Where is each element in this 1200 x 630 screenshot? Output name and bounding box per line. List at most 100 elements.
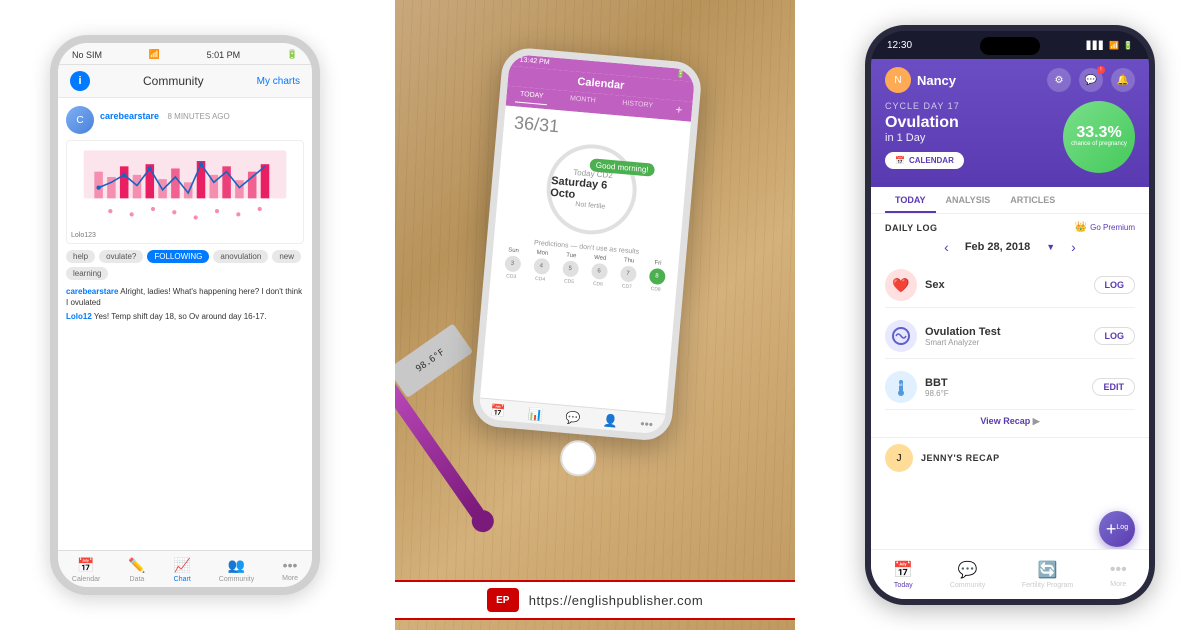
- nav-item-calendar[interactable]: 📅 Calendar: [72, 557, 100, 583]
- phone3-notch-pill: [980, 37, 1040, 55]
- chat-user-1[interactable]: carebearstare: [66, 287, 118, 296]
- ep-logo: EP: [487, 588, 519, 612]
- chat-user-2[interactable]: Lolo12: [66, 312, 92, 321]
- ovulation-test-label: Ovulation Test: [925, 326, 1086, 338]
- phone3-pregnancy-pct: 33.3%: [1076, 125, 1121, 141]
- jenny-recap-name: JENNY'S RECAP: [921, 453, 1000, 463]
- chat-badge: !: [1097, 66, 1105, 74]
- phone2-not-fertile: Not fertile: [575, 201, 605, 211]
- next-date-arrow[interactable]: ›: [1071, 239, 1076, 255]
- date-dropdown-arrow[interactable]: ▼: [1046, 242, 1055, 252]
- phone1-post-header: C carebearstare 8 MINUTES AGO: [66, 106, 304, 134]
- crown-icon: 👑: [1075, 222, 1087, 233]
- phone1-bottom-nav: 📅 Calendar ✏️ Data 📈 Chart 👥 Community •…: [58, 550, 312, 587]
- phone3-nav-fertility-label: Fertility Program: [1022, 582, 1073, 589]
- phone2-day-wed: Wed 6 CD6: [590, 255, 609, 288]
- phone2-wrapper: 13:42 PM 🔋 Calendar TODAY MONTH HISTORY …: [467, 46, 723, 486]
- data-icon: ✏️: [128, 557, 145, 574]
- ep-url: https://englishpublisher.com: [529, 593, 703, 608]
- phone3-sex-log-item: ❤️ Sex LOG: [885, 263, 1135, 308]
- phone3-username: Nancy: [917, 73, 956, 88]
- tag-learning[interactable]: learning: [66, 267, 108, 280]
- phone3-pregnancy-label: chance of pregnancy: [1071, 141, 1127, 149]
- svg-text:98: 98: [898, 382, 903, 387]
- phone2-nav-more-icon[interactable]: •••: [640, 417, 654, 432]
- phone3-cycle-day-label: CYCLE DAY 17: [885, 101, 964, 111]
- ovulation-test-log-button[interactable]: LOG: [1094, 327, 1136, 345]
- nav-item-community[interactable]: 👥 Community: [219, 557, 254, 583]
- calendar-small-icon: 📅: [895, 156, 905, 165]
- phone2-content: 36/31 Today CD2 Saturday 6 Octo Not fert…: [480, 106, 691, 414]
- phone3-nav-today[interactable]: 📅 Today: [893, 560, 913, 589]
- tag-new[interactable]: new: [272, 250, 301, 263]
- phone2-day-sun: Sun 3 CD3: [503, 247, 522, 280]
- phone2-nav-profile-icon[interactable]: 👤: [602, 413, 618, 428]
- post-meta: carebearstare 8 MINUTES AGO: [100, 106, 304, 124]
- phone3-date-nav: ‹ Feb 28, 2018 ▼ ›: [885, 239, 1135, 255]
- phone3-nav-community[interactable]: 💬 Community: [950, 560, 985, 589]
- phone2-tab-month[interactable]: MONTH: [565, 93, 600, 110]
- phone3-log-fab[interactable]: + Log: [1099, 511, 1135, 547]
- phone3-tab-today[interactable]: TODAY: [885, 187, 936, 213]
- phone1-community-tab[interactable]: Community: [143, 74, 204, 88]
- phone3-pregnancy-circle: 33.3% chance of pregnancy: [1063, 101, 1135, 173]
- phone3-view-recap[interactable]: View Recap ▶: [885, 410, 1135, 429]
- phone3-log-title: DAILY LOG: [885, 223, 938, 233]
- phone3-tab-articles[interactable]: ARTICLES: [1000, 187, 1065, 213]
- sex-label: Sex: [925, 279, 1086, 291]
- fab-log-label: Log: [1116, 524, 1128, 531]
- tag-following[interactable]: FOLLOWING: [147, 250, 209, 263]
- phone3-calendar-button[interactable]: 📅 CALENDAR: [885, 152, 964, 169]
- phone3-in-days: in 1 Day: [885, 132, 964, 144]
- phone3-nav-more-icon: •••: [1110, 561, 1127, 579]
- more-icon: •••: [283, 557, 298, 573]
- tag-anovulation[interactable]: anovulation: [213, 250, 268, 263]
- phone3-nav-more[interactable]: ••• More: [1110, 561, 1127, 588]
- phone1-wrapper: No SIM 📶 5:01 PM 🔋 i Community My charts…: [0, 0, 370, 630]
- chat-icon[interactable]: 💬 !: [1079, 68, 1103, 92]
- nav-item-chart[interactable]: 📈 Chart: [174, 557, 191, 583]
- nav-item-data[interactable]: ✏️ Data: [128, 557, 145, 583]
- nav-item-more[interactable]: ••• More: [282, 557, 298, 583]
- phone3-daily-log: DAILY LOG 👑 Go Premium ‹ Feb 28, 2018 ▼ …: [871, 214, 1149, 437]
- ovulation-test-icon-circle: [885, 320, 917, 352]
- phone2-nav-chart-icon[interactable]: 📊: [527, 407, 543, 422]
- phone2-today-circle: Today CD2 Saturday 6 Octo Not fertile Go…: [543, 141, 641, 239]
- bbt-edit-button[interactable]: EDIT: [1092, 378, 1135, 396]
- phone1-mycharts-tab[interactable]: My charts: [257, 76, 300, 87]
- bell-icon[interactable]: 🔔: [1111, 68, 1135, 92]
- phone2-tab-today[interactable]: TODAY: [515, 88, 548, 105]
- thermometer-icon: 98: [891, 377, 911, 397]
- ovulation-test-icon: [891, 326, 911, 346]
- tag-ovulate[interactable]: ovulate?: [99, 250, 143, 263]
- phone3-premium-btn[interactable]: 👑 Go Premium: [1075, 222, 1135, 233]
- phone3-wrapper: 12:30 ▋▋▋ 📶 🔋 N Nancy ⚙ 💬 !: [820, 0, 1200, 630]
- phone2-nav-calendar-icon[interactable]: 📅: [490, 403, 506, 418]
- phone2-home-button[interactable]: [559, 439, 598, 478]
- chat-message-1: carebearstare Alright, ladies! What's ha…: [66, 286, 304, 308]
- phone3-tab-analysis[interactable]: ANALYSIS: [936, 187, 1001, 213]
- gear-icon[interactable]: ⚙: [1047, 68, 1071, 92]
- phone2-add-btn[interactable]: +: [675, 102, 683, 117]
- phone3-nav-more-label: More: [1110, 581, 1126, 588]
- phone2-nav-message-icon[interactable]: 💬: [565, 410, 581, 425]
- prev-date-arrow[interactable]: ‹: [944, 239, 949, 255]
- phone3-premium-label: Go Premium: [1090, 223, 1135, 232]
- ep-banner: EP https://englishpublisher.com: [395, 580, 795, 620]
- jenny-avatar: J: [885, 444, 913, 472]
- phone1-wifi-icon: 📶: [149, 49, 160, 60]
- calendar-icon: 📅: [77, 557, 94, 574]
- tag-help[interactable]: help: [66, 250, 95, 263]
- phone3-avatar-initial: N: [894, 75, 901, 86]
- sex-log-button[interactable]: LOG: [1094, 276, 1136, 294]
- phone3-header-icons: ⚙ 💬 ! 🔔: [1047, 68, 1135, 92]
- phone2-tab-history[interactable]: HISTORY: [618, 97, 658, 114]
- info-icon[interactable]: i: [70, 71, 90, 91]
- post-time: 8 MINUTES AGO: [168, 112, 230, 121]
- chart-icon: 📈: [174, 557, 191, 574]
- post-username[interactable]: carebearstare: [100, 111, 159, 121]
- phone3-nav-fertility[interactable]: 🔄 Fertility Program: [1022, 560, 1073, 589]
- phone2-predictions: Predictions — don't use as results Sun 3…: [497, 237, 674, 294]
- phone3-signal-icon: ▋▋▋: [1087, 41, 1105, 50]
- bbt-label: BBT: [925, 377, 1084, 389]
